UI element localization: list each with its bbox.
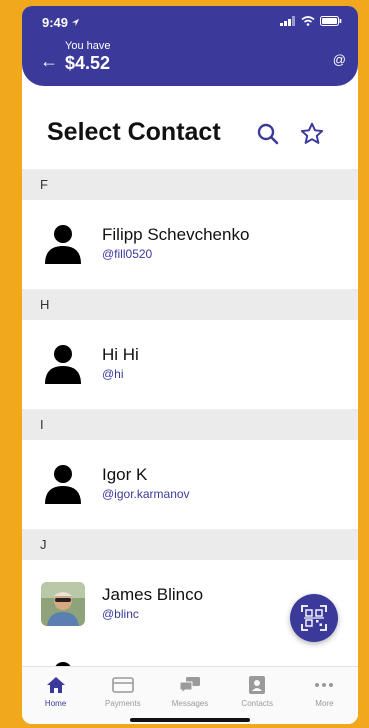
contact-list: F Filipp Schevchenko @fill0520 H Hi Hi @… — [22, 169, 358, 649]
contact-handle: @blinc — [102, 607, 139, 621]
contact-handle: @hi — [102, 367, 124, 381]
contact-row[interactable]: Filipp Schevchenko @fill0520 — [22, 200, 358, 289]
tab-home[interactable]: Home — [22, 667, 89, 724]
home-indicator — [130, 718, 250, 722]
home-icon — [45, 675, 67, 695]
signal-icon — [280, 16, 295, 26]
title-row: Select Contact — [22, 112, 358, 152]
tab-label: Messages — [171, 699, 209, 708]
section-header-j: J — [22, 529, 358, 560]
phone-screen: 9:49 ← You have $4.52 @ Select Contact F… — [22, 6, 358, 724]
tab-label: Payments — [105, 699, 141, 708]
page-title: Select Contact — [47, 118, 221, 146]
balance-amount: $4.52 — [65, 53, 111, 73]
tab-messages[interactable]: Messages — [156, 667, 223, 724]
chat-icon — [179, 675, 201, 695]
tab-label: Home — [44, 699, 67, 708]
contacts-icon — [246, 675, 268, 695]
you-have-label: You have — [65, 40, 111, 52]
person-silhouette-icon — [45, 345, 81, 384]
status-icons — [280, 16, 342, 26]
status-time-text: 9:49 — [42, 15, 69, 30]
section-header-i: I — [22, 409, 358, 440]
bottom-tab-bar: Home Payments Messages Contacts More — [22, 666, 358, 724]
at-button[interactable]: @ — [333, 52, 346, 67]
contact-name: Hi Hi — [102, 345, 139, 364]
contact-name: Igor K — [102, 465, 148, 484]
balance-header: 9:49 ← You have $4.52 @ — [22, 6, 358, 86]
contact-row[interactable]: Igor K @igor.karmanov — [22, 440, 358, 529]
more-icon — [313, 675, 335, 695]
qr-code-icon — [301, 605, 327, 631]
person-silhouette-icon — [45, 465, 81, 504]
location-arrow-icon — [71, 18, 80, 27]
contact-photo-avatar — [41, 582, 85, 626]
star-icon[interactable] — [299, 121, 325, 147]
search-icon[interactable] — [256, 122, 280, 146]
person-silhouette-icon — [45, 225, 81, 264]
back-arrow-icon[interactable]: ← — [40, 52, 58, 70]
qr-scan-button[interactable] — [290, 594, 338, 642]
battery-icon — [320, 16, 342, 26]
contact-name: James Blinco — [102, 585, 204, 604]
section-header-h: H — [22, 289, 358, 320]
tab-label: More — [315, 699, 334, 708]
section-header-f: F — [22, 169, 358, 200]
tab-label: Contacts — [241, 699, 273, 708]
tab-payments[interactable]: Payments — [89, 667, 156, 724]
contact-handle: @fill0520 — [102, 247, 153, 261]
wifi-icon — [301, 16, 315, 26]
contact-name: Filipp Schevchenko — [102, 225, 250, 244]
status-bar-time: 9:49 — [42, 15, 80, 30]
tab-contacts[interactable]: Contacts — [224, 667, 291, 724]
tab-more[interactable]: More — [291, 667, 358, 724]
contact-row[interactable]: Hi Hi @hi — [22, 320, 358, 409]
card-icon — [111, 675, 134, 695]
contact-handle: @igor.karmanov — [102, 487, 190, 501]
